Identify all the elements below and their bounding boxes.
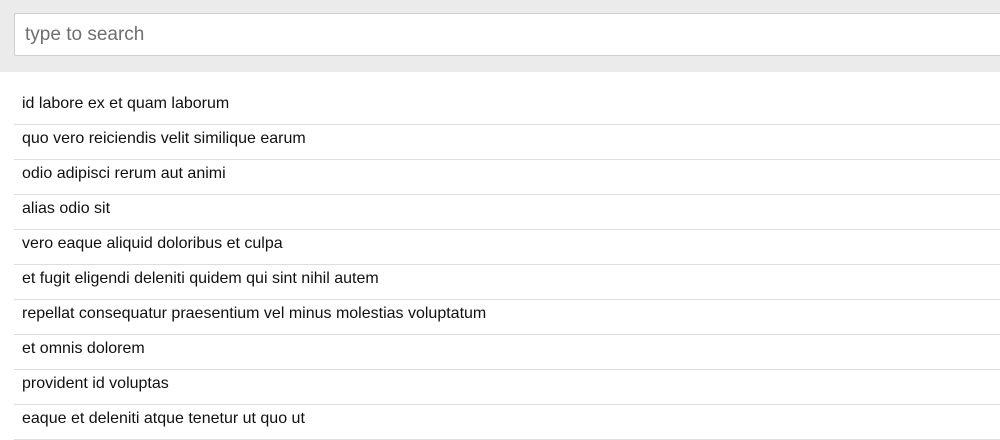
list-item[interactable]: odio adipisci rerum aut animi [14, 160, 1000, 195]
list-item[interactable]: et omnis dolorem [14, 335, 1000, 370]
search-bar [0, 0, 1000, 72]
list-item[interactable]: alias odio sit [14, 195, 1000, 230]
list-item[interactable]: id labore ex et quam laborum [14, 90, 1000, 125]
list-item[interactable]: et fugit eligendi deleniti quidem qui si… [14, 265, 1000, 300]
list-item[interactable]: vero eaque aliquid doloribus et culpa [14, 230, 1000, 265]
list-item[interactable]: quo vero reiciendis velit similique earu… [14, 125, 1000, 160]
search-input[interactable] [14, 13, 1000, 56]
results-list: id labore ex et quam laborum quo vero re… [0, 72, 1000, 440]
list-item[interactable]: repellat consequatur praesentium vel min… [14, 300, 1000, 335]
list-item[interactable]: eaque et deleniti atque tenetur ut quo u… [14, 405, 1000, 440]
list-item[interactable]: provident id voluptas [14, 370, 1000, 405]
